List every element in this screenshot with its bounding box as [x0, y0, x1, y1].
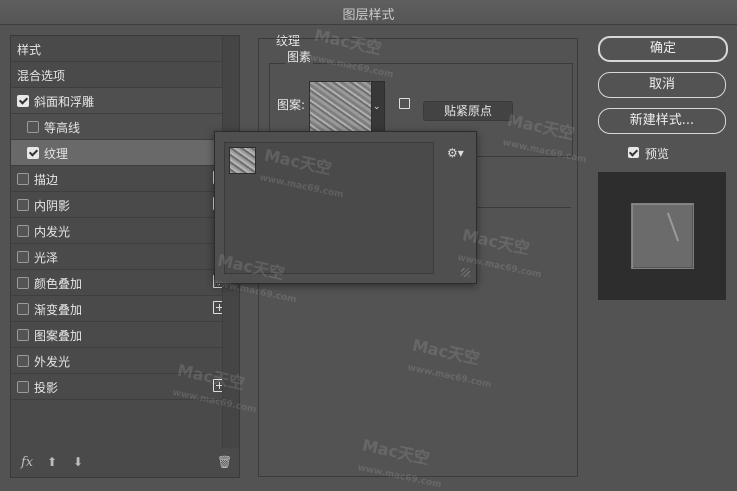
style-item[interactable]: 等高线	[11, 114, 222, 140]
trash-icon[interactable]: 🗑	[217, 455, 232, 469]
new-preset-icon[interactable]	[399, 98, 410, 109]
style-checkbox[interactable]	[27, 121, 39, 133]
style-item-label: 混合选项	[17, 69, 66, 83]
pattern-label: 图案:	[277, 98, 306, 112]
style-item[interactable]: 纹理	[11, 140, 222, 166]
style-item-label: 内发光	[34, 225, 71, 239]
style-checkbox[interactable]	[17, 225, 29, 237]
preview-box	[598, 172, 726, 300]
gear-icon[interactable]: ⚙▾	[447, 146, 464, 160]
style-checkbox[interactable]	[17, 251, 29, 263]
style-item-label: 纹理	[44, 147, 69, 161]
preview-shape	[631, 203, 694, 269]
pattern-swatch[interactable]	[229, 147, 256, 174]
ok-button[interactable]: 确定	[598, 36, 728, 62]
preview-checkbox[interactable]	[628, 147, 639, 158]
style-item-label: 渐变叠加	[34, 303, 83, 317]
arrow-up-icon[interactable]: ⬆	[47, 455, 57, 469]
style-item-label: 描边	[34, 173, 59, 187]
style-item[interactable]: 光泽	[11, 244, 222, 270]
style-item[interactable]: 样式	[11, 36, 222, 62]
preview-label: 预览	[645, 147, 670, 161]
style-checkbox[interactable]	[17, 303, 29, 315]
style-item-label: 样式	[17, 43, 42, 57]
style-checkbox[interactable]	[17, 355, 29, 367]
arrow-down-icon[interactable]: ⬇	[73, 455, 83, 469]
style-item-label: 投影	[34, 381, 59, 395]
style-item[interactable]: 渐变叠加	[11, 296, 226, 322]
resize-grip[interactable]	[461, 268, 470, 277]
style-item[interactable]: 图案叠加	[11, 322, 222, 348]
style-item-label: 等高线	[44, 121, 81, 135]
style-item[interactable]: 颜色叠加	[11, 270, 226, 296]
style-item[interactable]: 内发光	[11, 218, 222, 244]
style-item-label: 内阴影	[34, 199, 71, 213]
snap-to-origin-button[interactable]: 贴紧原点	[423, 101, 513, 121]
style-item-label: 斜面和浮雕	[34, 95, 95, 109]
style-item-label: 颜色叠加	[34, 277, 83, 291]
cancel-button[interactable]: 取消	[598, 72, 726, 98]
style-checkbox[interactable]	[27, 147, 39, 159]
style-item[interactable]: 混合选项	[11, 62, 222, 88]
style-item[interactable]: 内阴影	[11, 192, 226, 218]
style-checkbox[interactable]	[17, 381, 29, 393]
title-bar: 图层样式	[0, 0, 737, 25]
style-checkbox[interactable]	[17, 173, 29, 185]
style-item[interactable]: 斜面和浮雕	[11, 88, 222, 114]
styles-list-panel: 样式混合选项斜面和浮雕等高线纹理描边内阴影内发光光泽颜色叠加渐变叠加图案叠加外发…	[10, 35, 240, 478]
fx-button[interactable]: fx	[21, 455, 33, 470]
style-checkbox[interactable]	[17, 199, 29, 211]
styles-footer: fx ⬆ ⬇ 🗑	[11, 449, 239, 477]
window-title: 图层样式	[342, 8, 395, 23]
chevron-down-icon: ⌄	[373, 102, 381, 112]
style-item-label: 外发光	[34, 355, 71, 369]
style-item-label: 图案叠加	[34, 329, 83, 343]
style-item-label: 光泽	[34, 251, 59, 265]
style-checkbox[interactable]	[17, 277, 29, 289]
new-style-button[interactable]: 新建样式...	[598, 108, 726, 134]
style-item[interactable]: 描边	[11, 166, 226, 192]
style-checkbox[interactable]	[17, 95, 29, 107]
style-checkbox[interactable]	[17, 329, 29, 341]
